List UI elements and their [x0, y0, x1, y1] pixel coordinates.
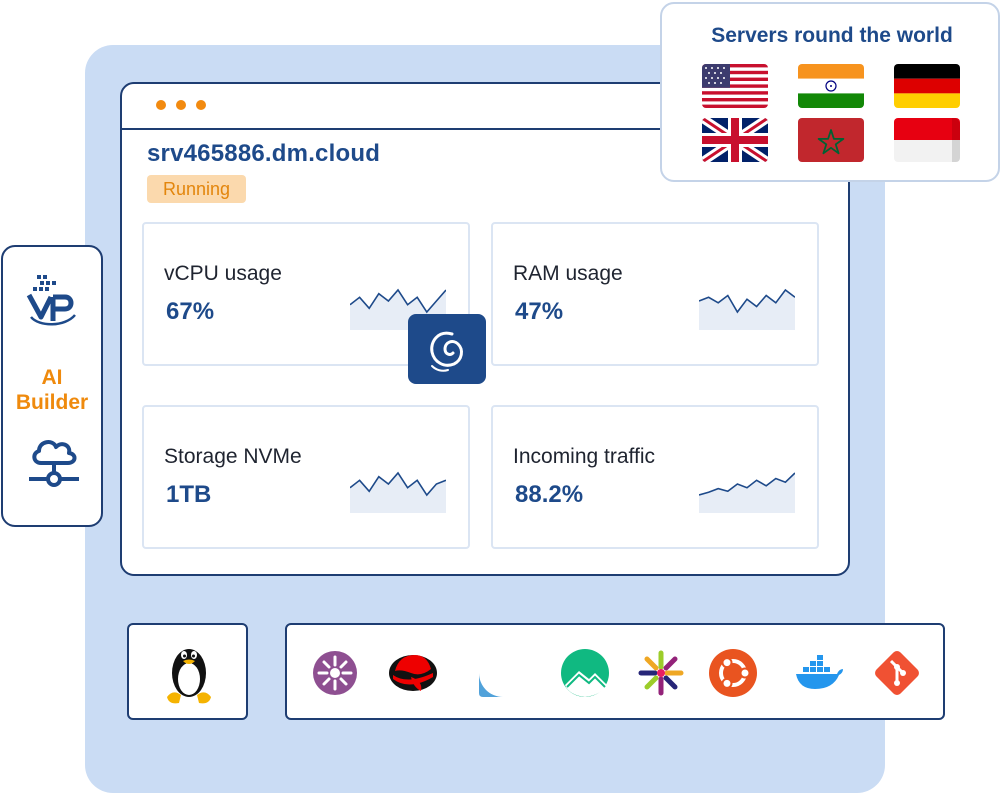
ai-label-line-2: Builder	[15, 391, 89, 414]
metric-label: vCPU usage	[164, 262, 282, 285]
sparkline-area	[699, 473, 795, 513]
sparkline-area	[350, 473, 446, 513]
metric-label: Storage NVMe	[164, 445, 302, 468]
linux-tux-icon	[167, 649, 211, 704]
sparkline-chart	[350, 471, 446, 513]
git-icon[interactable]	[871, 647, 923, 699]
fedora-icon[interactable]	[477, 647, 529, 699]
cloud-network-icon[interactable]	[27, 433, 81, 491]
window-dot-3[interactable]	[196, 100, 206, 110]
vps-logo-icon[interactable]	[25, 271, 83, 329]
almalinux-icon[interactable]	[309, 647, 361, 699]
metric-card-storage[interactable]: Storage NVMe 1TB	[142, 405, 470, 549]
flag-us-icon[interactable]	[702, 64, 768, 108]
metric-value: 47%	[515, 298, 564, 325]
sparkline-chart	[699, 472, 795, 513]
sparkline-chart	[699, 288, 795, 330]
os-list-card	[285, 623, 945, 720]
sidebar: AI Builder	[1, 245, 103, 527]
metric-label: RAM usage	[513, 262, 623, 285]
metric-card-ram[interactable]: RAM usage 47%	[491, 222, 819, 366]
flag-uk-icon[interactable]	[702, 118, 768, 162]
metric-card-traffic[interactable]: Incoming traffic 88.2%	[491, 405, 819, 549]
flag-indonesia-icon[interactable]	[894, 118, 960, 162]
redhat-icon[interactable]	[387, 647, 439, 699]
ai-builder-label[interactable]: AI Builder	[3, 365, 101, 415]
window-dot-1[interactable]	[156, 100, 166, 110]
servers-world-card: Servers round the world	[660, 2, 1000, 182]
metric-value: 1TB	[166, 481, 212, 508]
ubuntu-icon[interactable]	[707, 647, 759, 699]
flag-germany-icon[interactable]	[894, 64, 960, 108]
rocky-linux-icon[interactable]	[559, 647, 611, 699]
metric-value: 88.2%	[515, 481, 584, 508]
server-hostname: srv465886.dm.cloud	[147, 140, 381, 167]
status-badge: Running	[147, 175, 247, 203]
flag-india-icon[interactable]	[798, 64, 864, 108]
flag-morocco-icon[interactable]	[798, 118, 864, 162]
debian-icon	[408, 314, 486, 384]
linux-os-card[interactable]	[127, 623, 248, 720]
window-dot-2[interactable]	[176, 100, 186, 110]
metric-label: Incoming traffic	[513, 445, 656, 468]
metric-value: 67%	[166, 298, 215, 325]
centos-icon[interactable]	[635, 647, 687, 699]
ai-label-line-1: AI	[41, 366, 63, 389]
servers-title: Servers round the world	[711, 24, 953, 47]
docker-icon[interactable]	[793, 647, 845, 699]
